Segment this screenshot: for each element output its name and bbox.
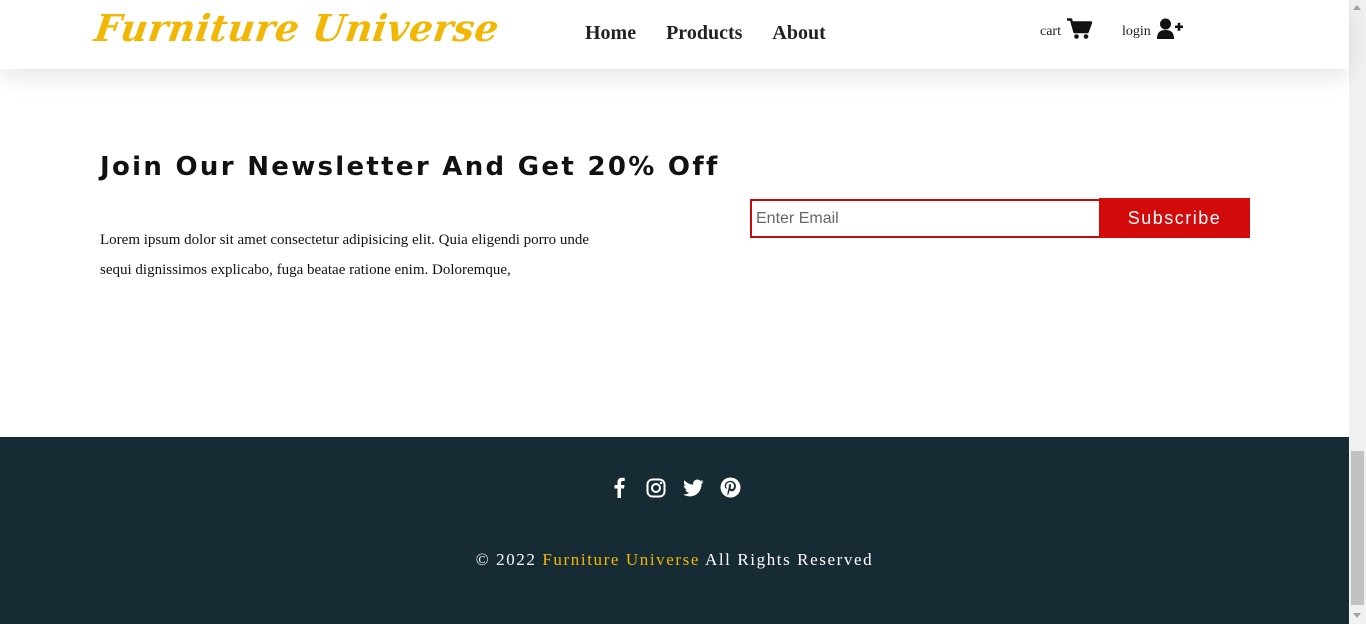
login-link[interactable]: login xyxy=(1122,18,1183,40)
pinterest-icon[interactable] xyxy=(720,477,741,498)
subscribe-button[interactable]: Subscribe xyxy=(1099,198,1250,238)
newsletter-title: Join Our Newsletter And Get 20% Off xyxy=(100,152,720,182)
newsletter-description: Lorem ipsum dolor sit amet consectetur a… xyxy=(100,232,590,278)
copyright-brand: Furniture Universe xyxy=(542,550,701,569)
copyright-text: © 2022 Furniture Universe All Rights Res… xyxy=(0,550,1349,570)
site-header: Furniture Universe Home Products About c… xyxy=(0,0,1349,69)
login-label: login xyxy=(1121,24,1151,39)
site-footer: © 2022 Furniture Universe All Rights Res… xyxy=(0,437,1349,624)
cart-icon xyxy=(1066,18,1092,40)
instagram-icon[interactable] xyxy=(646,477,667,498)
copyright-suffix: All Rights Reserved xyxy=(700,550,874,569)
nav-products-link[interactable]: Products xyxy=(666,22,742,45)
cart-label: cart xyxy=(1040,24,1061,39)
account-links: cart login xyxy=(1040,18,1213,40)
email-input[interactable] xyxy=(750,199,1107,238)
site-logo[interactable]: Furniture Universe xyxy=(92,6,502,50)
social-links xyxy=(0,477,1349,498)
facebook-icon[interactable] xyxy=(609,477,630,498)
twitter-icon[interactable] xyxy=(682,477,704,498)
scroll-up-arrow-icon[interactable] xyxy=(1353,5,1361,10)
user-plus-icon xyxy=(1156,18,1183,40)
main-nav: Home Products About xyxy=(585,22,856,45)
page-scrollbar[interactable] xyxy=(1349,0,1366,624)
copyright-prefix: © 2022 xyxy=(475,550,543,569)
nav-about-link[interactable]: About xyxy=(772,22,825,45)
scroll-down-arrow-icon[interactable] xyxy=(1353,613,1361,618)
scrollbar-thumb[interactable] xyxy=(1351,451,1364,605)
cart-link[interactable]: cart xyxy=(1040,18,1092,40)
nav-home-link[interactable]: Home xyxy=(585,22,636,45)
